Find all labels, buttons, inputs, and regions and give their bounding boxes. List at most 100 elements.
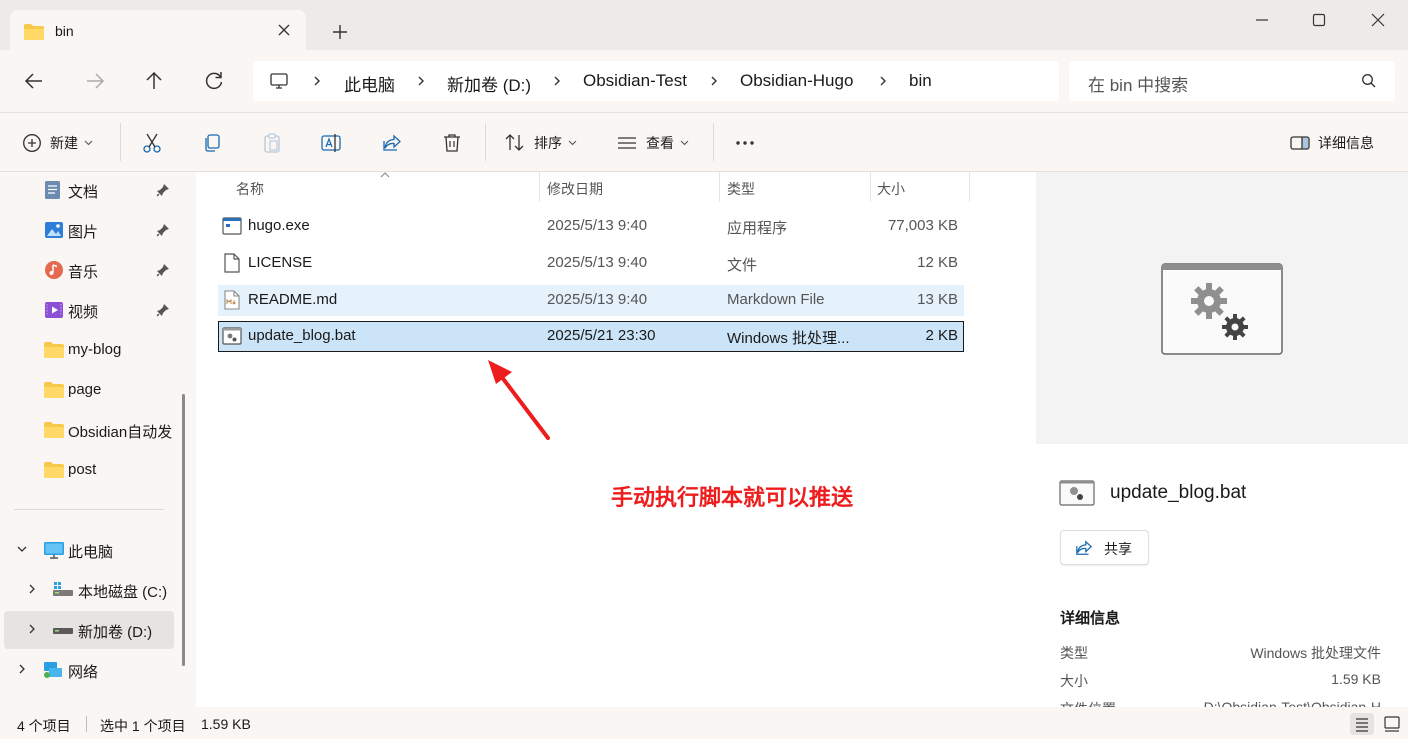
share-icon <box>1076 540 1093 555</box>
refresh-icon[interactable] <box>202 69 226 93</box>
delete-button[interactable] <box>441 131 463 155</box>
column-header-type[interactable]: 类型 <box>720 172 870 206</box>
sidebar-item-label: 本地磁盘 (C:) <box>78 584 168 601</box>
sidebar-item-this-pc[interactable]: 此电脑 <box>0 531 175 569</box>
view-button[interactable]: 查看 <box>616 131 689 155</box>
sidebar-item-obsidian-auto[interactable]: Obsidian自动发 <box>0 411 175 449</box>
new-button[interactable]: 新建 <box>22 131 93 155</box>
address-bar[interactable]: 此电脑 新加卷 (D:) Obsidian-Test Obsidian-Hugo… <box>253 61 1059 101</box>
details-pane-button[interactable]: 详细信息 <box>1290 131 1374 155</box>
computer-icon <box>44 542 64 559</box>
up-arrow-icon[interactable] <box>142 69 166 93</box>
file-row[interactable]: update_blog.bat 2025/5/21 23:30 Windows … <box>218 321 964 352</box>
sidebar-item-my-blog[interactable]: my-blog <box>0 331 175 369</box>
file-list: 名称 修改日期 类型 大小 hugo.exe 2025/5/13 9:40 应用… <box>196 172 1031 707</box>
file-date: 2025/5/13 9:40 <box>547 254 648 271</box>
file-row[interactable]: README.md 2025/5/13 9:40 Markdown File 1… <box>218 285 964 316</box>
sidebar-item-documents[interactable]: 文档 <box>0 172 175 209</box>
tiles-view-button[interactable] <box>1380 713 1404 735</box>
breadcrumb-this-pc[interactable]: 此电脑 <box>344 71 395 96</box>
maximize-icon[interactable] <box>1305 8 1333 32</box>
file-icon <box>224 253 240 273</box>
sidebar-item-post[interactable]: post <box>0 451 175 489</box>
file-type: 文件 <box>727 257 758 274</box>
breadcrumb-drive-d[interactable]: 新加卷 (D:) <box>447 71 531 96</box>
sidebar-item-page[interactable]: page <box>0 371 175 409</box>
window-close-icon[interactable] <box>1364 8 1392 32</box>
more-icon <box>736 141 754 145</box>
trash-icon <box>444 134 460 152</box>
search-input[interactable]: 在 bin 中搜索 <box>1069 61 1395 101</box>
sidebar-item-drive-d[interactable]: 新加卷 (D:) <box>4 611 174 649</box>
copy-button[interactable] <box>201 131 223 155</box>
sort-ascending-icon <box>380 172 390 178</box>
sidebar-item-drive-c[interactable]: 本地磁盘 (C:) <box>0 571 175 609</box>
details-pane: update_blog.bat 共享 详细信息 类型 Windows 批处理文件… <box>1031 172 1408 707</box>
breadcrumb-obsidian-hugo[interactable]: Obsidian-Hugo <box>740 71 853 91</box>
cut-icon <box>143 133 161 153</box>
breadcrumb-bin[interactable]: bin <box>909 71 932 91</box>
item-count: 4 个项目 <box>17 718 71 734</box>
file-row[interactable]: hugo.exe 2025/5/13 9:40 应用程序 77,003 KB <box>218 211 964 242</box>
forward-arrow-icon[interactable] <box>83 69 107 93</box>
file-type: Windows 批处理... <box>727 330 850 347</box>
pin-icon[interactable] <box>156 223 170 237</box>
chevron-right-icon[interactable] <box>707 71 721 91</box>
title-bar: bin <box>0 0 1408 51</box>
close-icon[interactable] <box>276 22 292 38</box>
details-view-button[interactable] <box>1350 713 1374 735</box>
cut-button[interactable] <box>141 131 163 155</box>
share-button[interactable]: 共享 <box>1060 530 1149 565</box>
chevron-right-icon[interactable] <box>26 623 38 635</box>
pin-icon[interactable] <box>156 263 170 277</box>
breadcrumb-obsidian-test[interactable]: Obsidian-Test <box>583 71 687 91</box>
chevron-right-icon[interactable] <box>414 71 428 91</box>
file-name: update_blog.bat <box>248 327 356 344</box>
folder-icon <box>24 24 44 40</box>
paste-button[interactable] <box>261 131 283 155</box>
column-separator[interactable] <box>969 172 970 202</box>
sidebar-item-label: 视频 <box>68 304 99 321</box>
minimize-icon[interactable] <box>1248 8 1276 32</box>
sidebar-item-label: post <box>68 461 97 478</box>
sort-icon <box>505 134 524 151</box>
sidebar-item-pictures[interactable]: 图片 <box>0 211 175 249</box>
file-row[interactable]: LICENSE 2025/5/13 9:40 文件 12 KB <box>218 248 964 279</box>
toolbar-divider <box>713 123 714 161</box>
detail-value: Windows 批处理文件 <box>1250 645 1381 661</box>
chevron-right-icon[interactable] <box>550 71 564 91</box>
sidebar-item-network[interactable]: 网络 <box>0 651 175 689</box>
details-label: 详细信息 <box>1318 135 1374 151</box>
pin-icon[interactable] <box>156 303 170 317</box>
sidebar-scrollbar[interactable] <box>182 394 185 666</box>
search-icon[interactable] <box>1361 73 1377 89</box>
tab-bin[interactable]: bin <box>10 10 306 51</box>
view-label: 查看 <box>646 135 674 151</box>
annotation-arrow <box>488 360 550 440</box>
command-bar: 新建 排序 查看 详细信息 <box>0 112 1408 172</box>
new-tab-icon[interactable] <box>330 22 350 42</box>
pin-icon[interactable] <box>156 183 170 197</box>
folder-icon <box>44 382 64 398</box>
sort-label: 排序 <box>534 135 562 151</box>
sidebar-item-videos[interactable]: 视频 <box>0 291 175 329</box>
more-options-button[interactable] <box>734 131 756 155</box>
pictures-icon <box>45 222 63 238</box>
chevron-right-icon[interactable] <box>876 71 890 91</box>
chevron-down-icon[interactable] <box>16 543 28 555</box>
batch-file-icon <box>1059 480 1095 506</box>
back-arrow-icon[interactable] <box>22 69 46 93</box>
column-header-name[interactable]: 名称 <box>196 172 539 206</box>
file-size: 13 KB <box>917 291 958 308</box>
rename-button[interactable] <box>320 131 342 155</box>
column-header-date[interactable]: 修改日期 <box>540 172 719 206</box>
chevron-right-icon[interactable] <box>310 71 324 91</box>
column-header-size[interactable]: 大小 <box>871 172 969 206</box>
sort-button[interactable]: 排序 <box>504 131 577 155</box>
file-size: 77,003 KB <box>887 217 958 234</box>
music-icon <box>45 261 63 279</box>
chevron-right-icon[interactable] <box>26 583 38 595</box>
chevron-right-icon[interactable] <box>16 663 28 675</box>
sidebar-item-music[interactable]: 音乐 <box>0 251 175 289</box>
share-button[interactable] <box>381 131 403 155</box>
